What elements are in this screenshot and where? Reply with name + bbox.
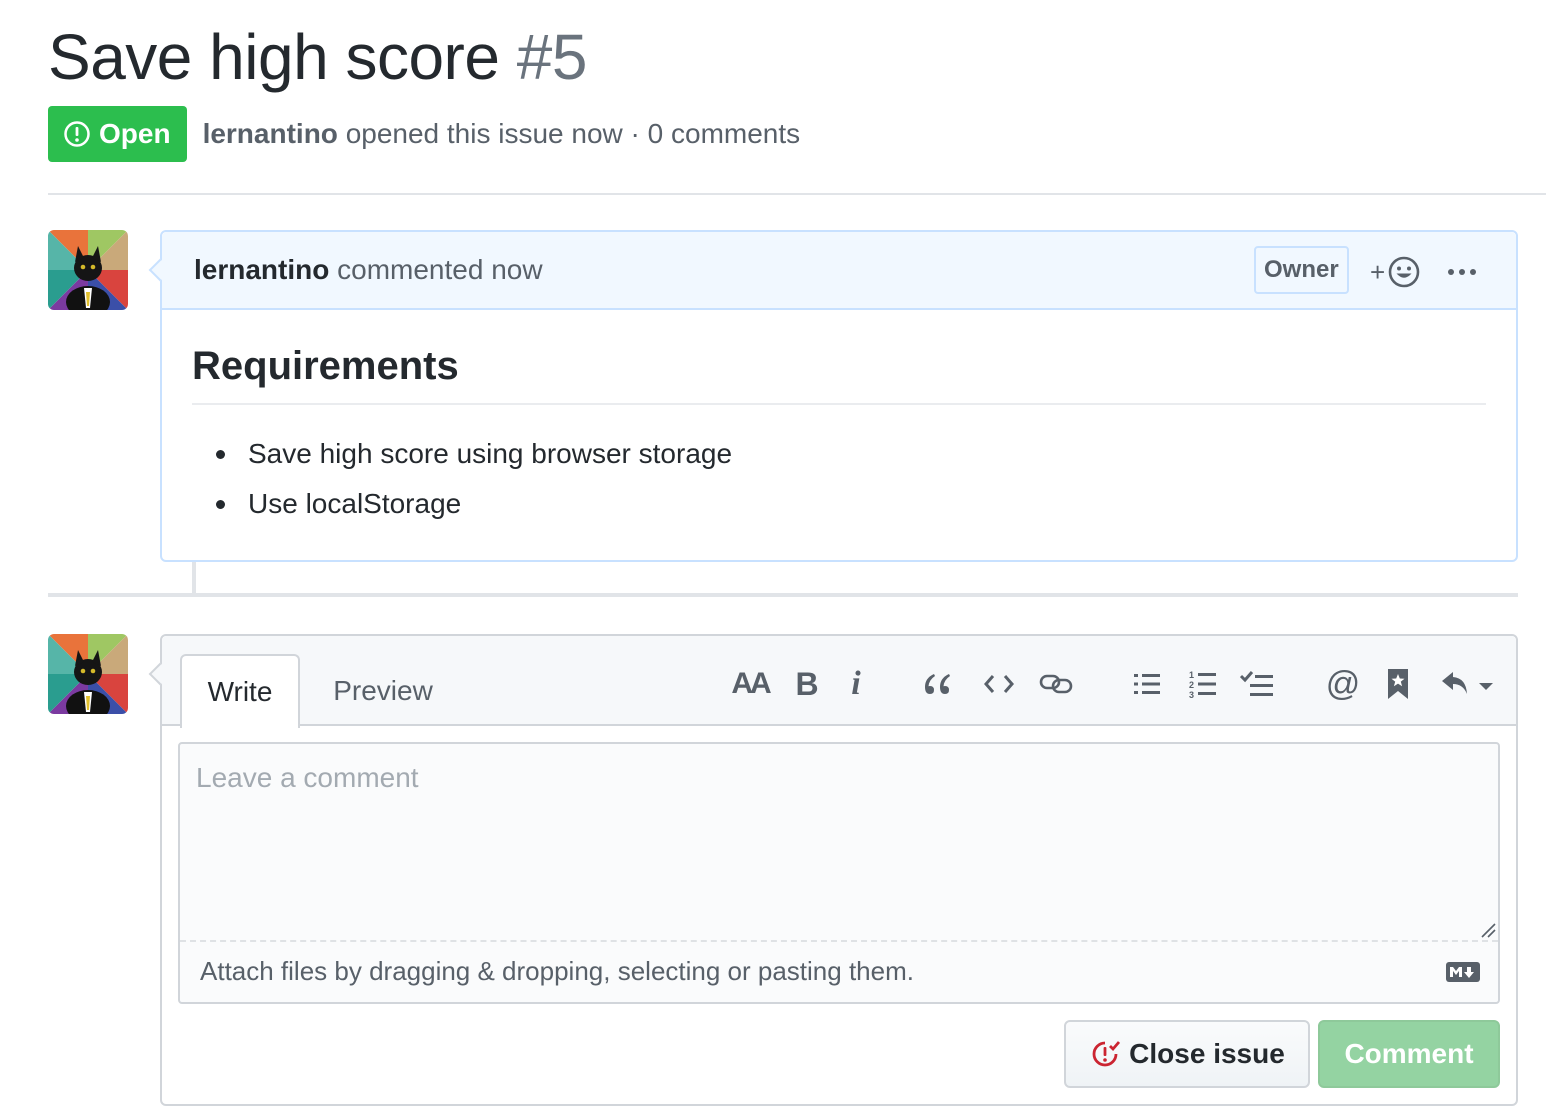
requirements-list: Save high score using browser storage Us… — [192, 429, 1486, 529]
avatar[interactable] — [48, 634, 128, 714]
avatar-image — [48, 230, 128, 310]
text-size-icon[interactable]: AA — [730, 664, 771, 704]
issue-title: Save high score #5 — [48, 22, 587, 92]
comment-body: Requirements Save high score using brows… — [162, 344, 1516, 529]
issue-meta: Open lernantino opened this issue now · … — [48, 106, 800, 162]
owner-badge: Owner — [1254, 246, 1349, 294]
comment-author-link[interactable]: lernantino — [194, 254, 329, 285]
timeline-divider — [48, 593, 1518, 597]
resize-handle-icon[interactable] — [1480, 922, 1496, 938]
reaction-plus: + — [1370, 256, 1386, 287]
avatar-image — [48, 634, 128, 714]
reply-glyph — [1442, 672, 1493, 694]
issue-title-text: Save high score — [48, 21, 500, 93]
comment-caret — [148, 258, 172, 282]
task-list-icon[interactable] — [1240, 664, 1274, 704]
add-reaction-button[interactable]: + — [1370, 252, 1421, 292]
numbered-list-icon[interactable]: 123 — [1188, 664, 1218, 704]
code-icon[interactable] — [982, 664, 1016, 704]
new-comment-form: Write Preview AA B i 123 @ Leave a comme… — [148, 634, 1518, 1106]
more-options-icon[interactable] — [1446, 258, 1478, 286]
svg-text:1: 1 — [1189, 670, 1194, 680]
meta-text: lernantino opened this issue now · 0 com… — [203, 118, 801, 150]
smiley-icon — [1388, 256, 1420, 288]
numbered-list-glyph: 123 — [1189, 670, 1216, 699]
italic-icon[interactable]: i — [844, 664, 868, 704]
svg-text:3: 3 — [1189, 690, 1194, 699]
issue-closed-icon — [1092, 1041, 1121, 1067]
header-divider — [48, 193, 1546, 195]
svg-text:2: 2 — [1189, 680, 1194, 690]
close-issue-button[interactable]: Close issue — [1064, 1020, 1310, 1088]
close-issue-label: Close issue — [1129, 1038, 1285, 1069]
link-glyph — [1039, 674, 1073, 694]
issue-opened-icon — [64, 121, 90, 147]
meta-suffix: opened this issue now · 0 comments — [345, 118, 801, 149]
comment-action[interactable]: commented now — [337, 254, 542, 285]
bold-icon[interactable]: B — [792, 664, 822, 704]
timeline-line — [192, 562, 196, 594]
state-badge: Open — [48, 106, 187, 162]
issue-number: #5 — [516, 21, 588, 93]
comment-textarea[interactable] — [180, 744, 1498, 940]
bullet-list-icon[interactable] — [1132, 664, 1162, 704]
link-icon[interactable] — [1038, 664, 1074, 704]
comment-header: lernantino commented now Owner + — [148, 232, 1516, 310]
state-label: Open — [99, 118, 171, 149]
list-item: Use localStorage — [192, 479, 1486, 529]
task-list-glyph — [1240, 671, 1273, 696]
tab-write[interactable]: Write — [180, 654, 300, 728]
code-glyph — [984, 675, 1014, 693]
issue-author-link[interactable]: lernantino — [203, 118, 338, 149]
tab-preview[interactable]: Preview — [312, 654, 454, 728]
attach-files-bar[interactable]: Attach files by dragging & dropping, sel… — [180, 940, 1498, 1002]
bullet-list-glyph — [1134, 674, 1160, 694]
editor-header: Write Preview AA B i 123 @ — [148, 636, 1516, 728]
quote-glyph — [925, 674, 950, 694]
quote-icon[interactable] — [920, 664, 954, 704]
attach-files-text: Attach files by dragging & dropping, sel… — [200, 956, 914, 986]
reply-icon[interactable] — [1438, 664, 1496, 704]
saved-reply-icon[interactable] — [1384, 664, 1412, 704]
comment-meta: lernantino commented now — [194, 254, 543, 286]
editor-caret — [148, 662, 172, 686]
comment-textarea-wrapper: Attach files by dragging & dropping, sel… — [178, 742, 1500, 1004]
bookmark-glyph — [1388, 669, 1408, 699]
avatar[interactable] — [48, 230, 128, 310]
issue-comment: lernantino commented now Owner + Require… — [148, 230, 1518, 562]
requirements-heading: Requirements — [192, 344, 1486, 405]
mention-icon[interactable]: @ — [1326, 664, 1361, 704]
comment-button[interactable]: Comment — [1318, 1020, 1500, 1088]
markdown-icon[interactable] — [1446, 962, 1480, 982]
list-item: Save high score using browser storage — [192, 429, 1486, 479]
